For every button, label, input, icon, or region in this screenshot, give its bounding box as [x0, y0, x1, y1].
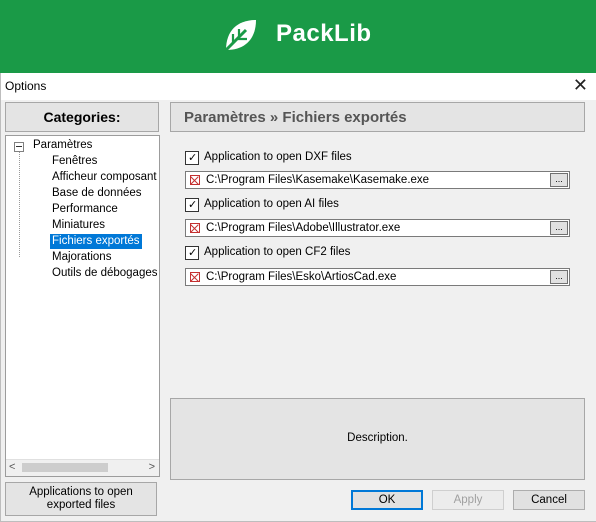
app-banner: PackLib	[0, 0, 596, 73]
scroll-left-icon[interactable]: <	[9, 461, 15, 473]
ai-path-value: C:\Program Files\Adobe\Illustrator.exe	[206, 222, 401, 234]
description-panel: Description.	[170, 398, 585, 480]
categories-header: Categories:	[5, 102, 159, 132]
cf2-path-field[interactable]: C:\Program Files\Esko\ArtiosCad.exe ...	[185, 268, 570, 286]
options-dialog: Options ✕ Categories: Paramètres Fenêtre…	[0, 73, 596, 522]
ok-button[interactable]: OK	[351, 490, 423, 510]
applications-hint: Applications to open exported files	[5, 482, 157, 516]
categories-tree[interactable]: Paramètres Fenêtres Afficheur composant …	[5, 135, 160, 477]
checkmark-icon: ✓	[188, 199, 198, 211]
ai-browse-button[interactable]: ...	[550, 221, 568, 235]
tree-item-performance[interactable]: Performance	[50, 202, 120, 217]
apply-button[interactable]: Apply	[432, 490, 504, 510]
cancel-button[interactable]: Cancel	[513, 490, 585, 510]
window-title: Options	[5, 79, 47, 93]
tree-item-majorations[interactable]: Majorations	[50, 250, 113, 265]
cf2-checkbox-label[interactable]: Application to open CF2 files	[204, 246, 350, 258]
checkmark-icon: ✓	[188, 152, 198, 164]
tree-connector	[19, 152, 20, 257]
settings-header: Paramètres » Fichiers exportés	[170, 102, 585, 132]
tree-item-miniatures[interactable]: Miniatures	[50, 218, 107, 233]
tree-item-outils-de-debogages[interactable]: Outils de débogages	[50, 266, 159, 281]
leaf-logo-icon	[224, 20, 256, 52]
invalid-path-icon	[190, 223, 200, 233]
description-text: Description.	[347, 432, 408, 444]
invalid-path-icon	[190, 272, 200, 282]
dxf-checkbox[interactable]: ✓	[185, 151, 199, 165]
ai-checkbox[interactable]: ✓	[185, 198, 199, 212]
dxf-checkbox-label[interactable]: Application to open DXF files	[204, 151, 352, 163]
tree-item-fichiers-exportes[interactable]: Fichiers exportés	[50, 234, 142, 249]
tree-item-parametres[interactable]: Paramètres	[31, 138, 94, 153]
collapse-icon[interactable]	[14, 142, 24, 152]
horizontal-scrollbar[interactable]: < >	[6, 459, 159, 476]
tree-item-fenetres[interactable]: Fenêtres	[50, 154, 99, 169]
tree-item-base-de-donnees[interactable]: Base de données	[50, 186, 144, 201]
brand-name: PackLib	[276, 20, 372, 47]
title-bar: Options ✕	[1, 73, 596, 100]
checkmark-icon: ✓	[188, 247, 198, 259]
close-icon[interactable]: ✕	[573, 75, 588, 95]
cf2-path-value: C:\Program Files\Esko\ArtiosCad.exe	[206, 271, 397, 283]
cf2-browse-button[interactable]: ...	[550, 270, 568, 284]
ai-path-field[interactable]: C:\Program Files\Adobe\Illustrator.exe .…	[185, 219, 570, 237]
ai-checkbox-label[interactable]: Application to open AI files	[204, 198, 339, 210]
dxf-path-value: C:\Program Files\Kasemake\Kasemake.exe	[206, 174, 430, 186]
invalid-path-icon	[190, 175, 200, 185]
scroll-right-icon[interactable]: >	[149, 461, 155, 473]
tree-item-afficheur-composant[interactable]: Afficheur composant pa	[50, 170, 159, 185]
cf2-checkbox[interactable]: ✓	[185, 246, 199, 260]
dxf-path-field[interactable]: C:\Program Files\Kasemake\Kasemake.exe .…	[185, 171, 570, 189]
scroll-thumb[interactable]	[22, 463, 108, 472]
dxf-browse-button[interactable]: ...	[550, 173, 568, 187]
